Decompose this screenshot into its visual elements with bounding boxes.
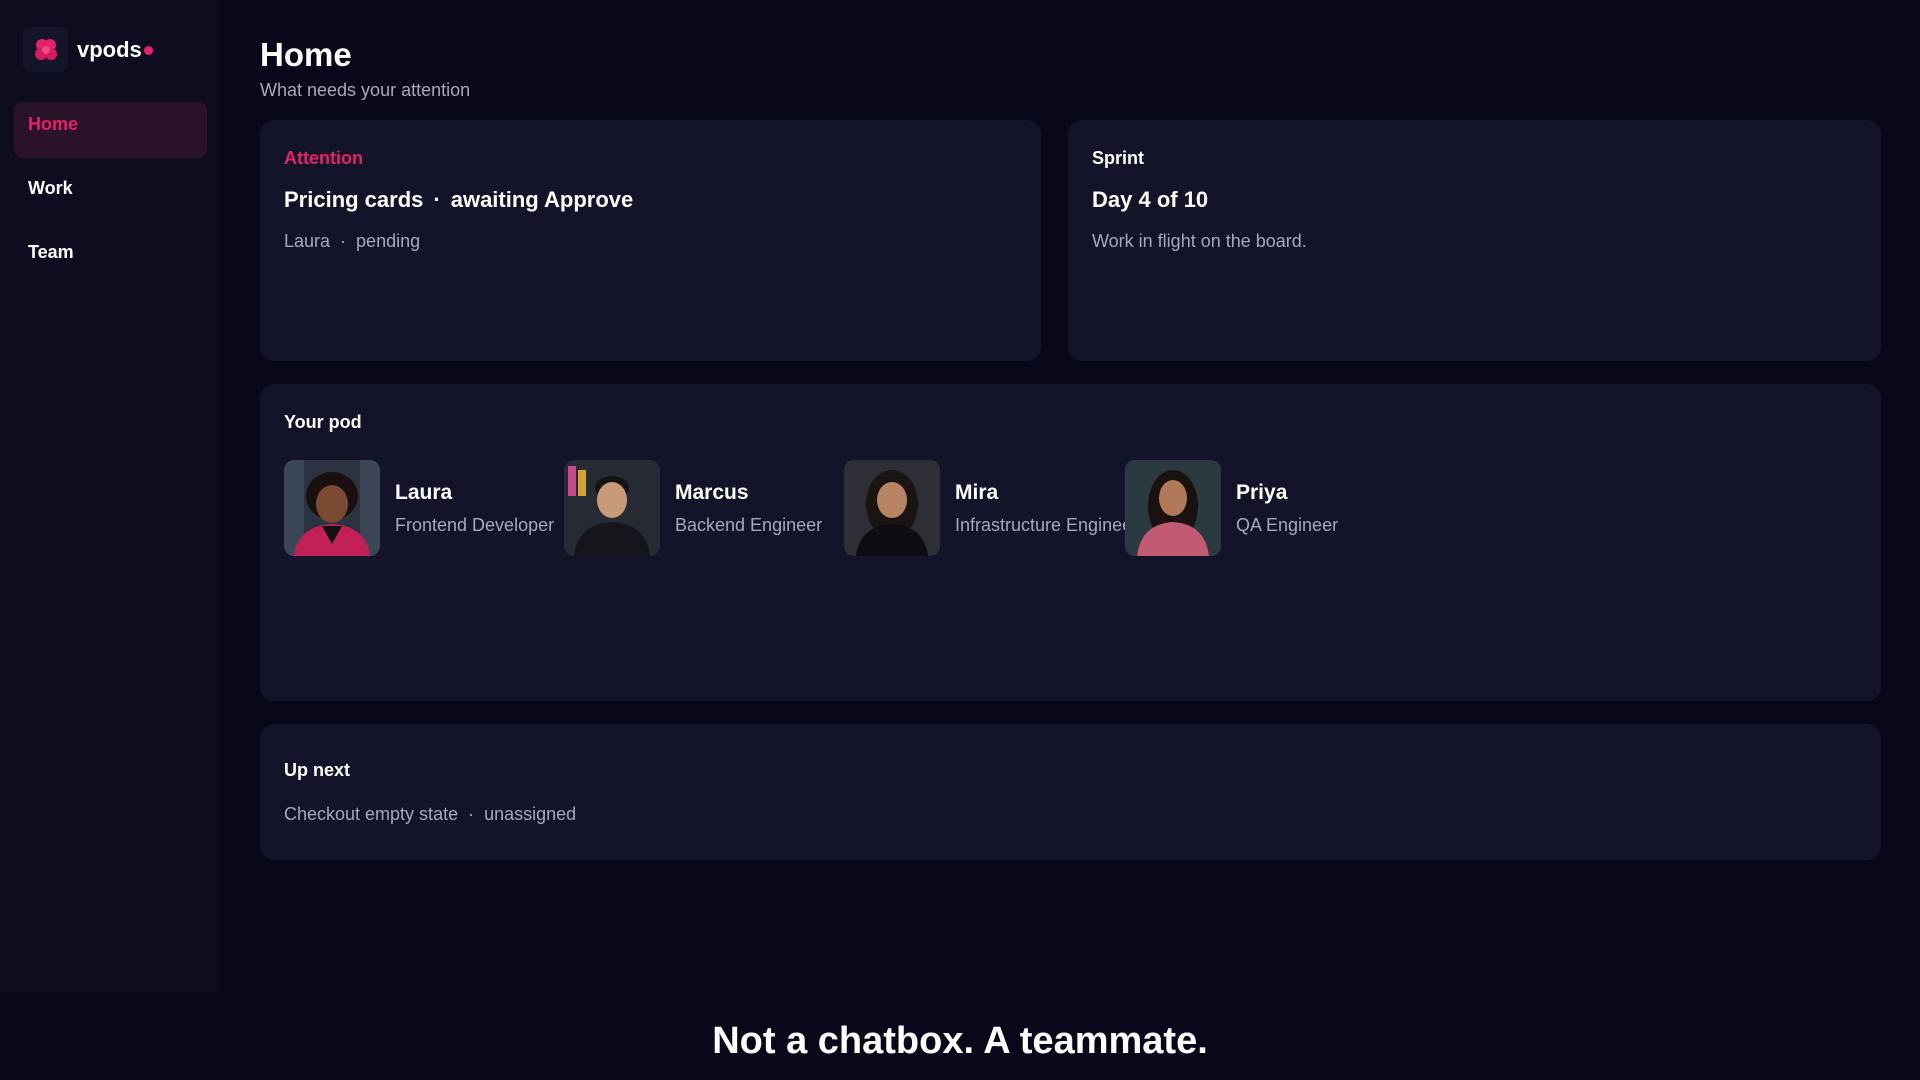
up-next-card[interactable]: Up next Checkout empty state · unassigned: [260, 724, 1881, 860]
attention-item-title: Pricing cards: [284, 187, 424, 212]
attention-label: Attention: [284, 148, 363, 168]
sidebar-item-team[interactable]: Team: [14, 230, 207, 286]
avatar: [844, 460, 940, 556]
sidebar-item-home[interactable]: Home: [14, 102, 207, 158]
sidebar-item-label: Team: [28, 242, 74, 262]
pod-label: Your pod: [284, 412, 362, 432]
avatar: [1125, 460, 1221, 556]
up-next-task: Checkout empty state: [284, 804, 459, 824]
avatar: [564, 460, 660, 556]
avatar: [284, 460, 380, 556]
member-role: Frontend Developer: [395, 514, 555, 535]
separator-dot: ·: [468, 804, 475, 824]
page-subtitle: What needs your attention: [260, 80, 471, 100]
tagline: Not a chatbox. A teammate.: [712, 1020, 1208, 1062]
member-name: Laura: [395, 480, 453, 504]
attention-owner: Laura: [284, 231, 331, 251]
attention-card[interactable]: Attention Pricing cards · awaiting Approve…: [260, 120, 1041, 361]
sprint-description: Work in flight on the board.: [1092, 231, 1307, 251]
app-name: vpods: [77, 37, 153, 63]
sidebar-item-work[interactable]: Work: [14, 166, 207, 222]
member-name: Priya: [1236, 480, 1288, 504]
up-next-assignee: unassigned: [484, 804, 577, 824]
separator-dot: ·: [340, 231, 347, 251]
member-name: Marcus: [675, 480, 749, 504]
sprint-label: Sprint: [1092, 148, 1144, 168]
member-role: Backend Engineer: [675, 514, 823, 535]
sprint-progress: Day 4 of 10: [1092, 187, 1209, 212]
up-next-item: Checkout empty state · unassigned: [284, 804, 576, 825]
app-logo[interactable]: vpods: [23, 27, 153, 72]
sidebar: vpods Home Work Team: [0, 0, 221, 992]
up-next-label: Up next: [284, 760, 351, 780]
member-role: QA Engineer: [1236, 514, 1339, 535]
page-title: Home: [260, 36, 352, 73]
member-name: Mira: [955, 480, 999, 504]
member-role: Infrastructure Engineer: [955, 514, 1139, 535]
attention-meta: Laura · pending: [284, 231, 420, 252]
sprint-card[interactable]: Sprint Day 4 of 10 Work in flight on the…: [1068, 120, 1881, 361]
sidebar-item-label: Work: [28, 178, 73, 198]
logo-dot: [143, 45, 153, 55]
attention-state: pending: [356, 231, 421, 251]
pod-member-marcus[interactable]: Marcus Backend Engineer: [564, 460, 822, 556]
attention-item-status: awaiting Approve: [450, 187, 634, 212]
pod-member-priya[interactable]: Priya QA Engineer: [1125, 460, 1338, 556]
separator-dot: ·: [433, 187, 441, 212]
pods-logo-icon: [23, 27, 68, 72]
sidebar-item-label: Home: [28, 114, 79, 134]
pod-member-laura[interactable]: Laura Frontend Developer: [284, 460, 554, 556]
pod-member-mira[interactable]: Mira Infrastructure Engineer: [844, 460, 1138, 556]
attention-item[interactable]: Pricing cards · awaiting Approve: [284, 187, 633, 213]
